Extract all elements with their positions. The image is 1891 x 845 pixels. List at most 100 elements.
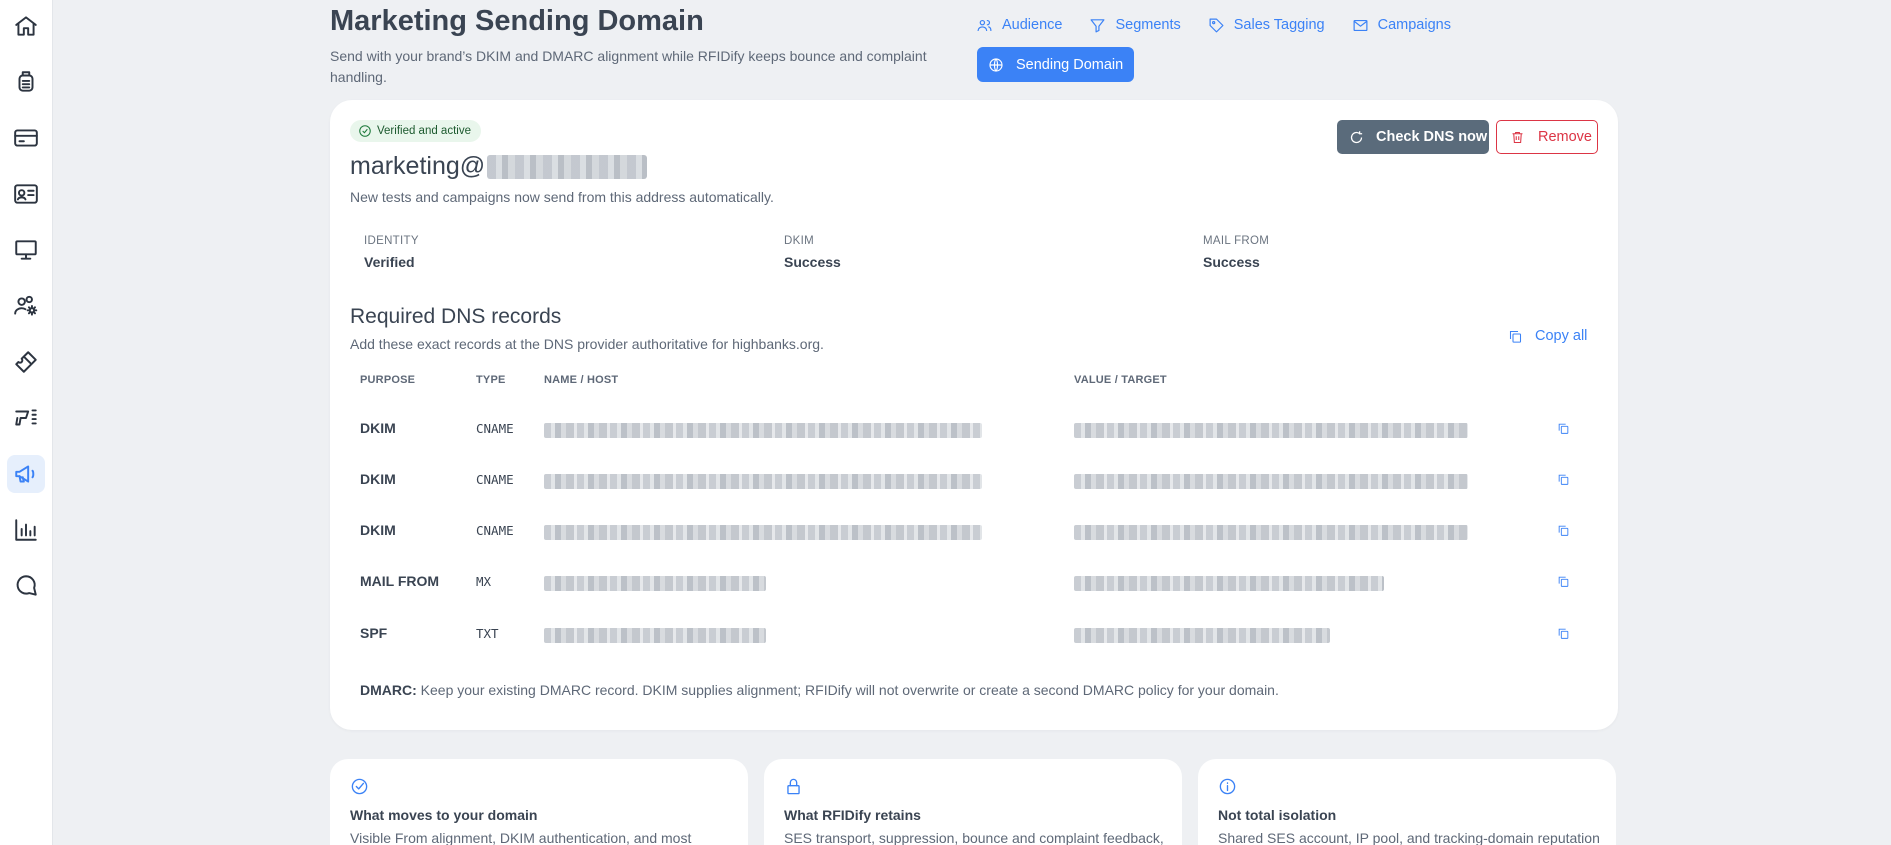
- nav-audience[interactable]: Audience: [976, 12, 1062, 38]
- redacted-record-value[interactable]: [1074, 525, 1468, 540]
- sender-email-prefix: marketing@: [350, 152, 486, 180]
- users-icon: [977, 19, 992, 31]
- nav-campaigns-label: Campaigns: [1377, 17, 1451, 33]
- info-card-isolation: Not total isolation Shared SES account, …: [1198, 759, 1616, 845]
- card-icon[interactable]: [7, 119, 45, 157]
- dmarc-note: DMARC: Keep your existing DMARC record. …: [360, 682, 1279, 698]
- monitor-icon[interactable]: [7, 231, 45, 269]
- copy-all-label: Copy all: [1535, 328, 1588, 344]
- record-purpose: DKIM: [360, 420, 396, 436]
- globe-icon: [989, 57, 1003, 72]
- info-card-title: What RFIDify retains: [784, 807, 921, 823]
- sender-email-note: New tests and campaigns now send from th…: [350, 189, 774, 205]
- copy-record-button[interactable]: [1557, 524, 1570, 542]
- redacted-record-value[interactable]: [1074, 628, 1330, 643]
- remove-label: Remove: [1538, 129, 1592, 145]
- copy-icon: [1558, 576, 1569, 587]
- table-row: SPF TXT: [330, 609, 1618, 660]
- chat-icon[interactable]: [7, 567, 45, 605]
- copy-record-button[interactable]: [1557, 473, 1570, 491]
- redacted-record-name[interactable]: [544, 628, 766, 643]
- redacted-record-name[interactable]: [544, 474, 982, 489]
- table-row: DKIM CNAME: [330, 455, 1618, 506]
- record-purpose: DKIM: [360, 522, 396, 538]
- bar-chart-icon[interactable]: [7, 511, 45, 549]
- trash-icon: [1512, 131, 1523, 143]
- copy-record-button[interactable]: [1557, 422, 1570, 440]
- record-purpose: MAIL FROM: [360, 573, 440, 589]
- redacted-record-name[interactable]: [544, 576, 766, 591]
- dmarc-text: Keep your existing DMARC record. DKIM su…: [416, 682, 1279, 698]
- table-row: DKIM CNAME: [330, 404, 1618, 455]
- table-row: DKIM CNAME: [330, 506, 1618, 557]
- record-type: MX: [476, 574, 492, 589]
- record-type: CNAME: [476, 523, 514, 538]
- rfid-reader-icon[interactable]: [7, 399, 45, 437]
- ticket-icon[interactable]: [7, 343, 45, 381]
- lock-icon: [787, 778, 800, 795]
- table-row: MAIL FROM MX: [330, 557, 1618, 608]
- info-card-text: Visible From alignment, DKIM authenticat…: [350, 830, 692, 845]
- stat-value: Success: [784, 254, 841, 270]
- stat-value: Success: [1203, 254, 1260, 270]
- stat-label: MAIL FROM: [1203, 235, 1270, 247]
- copy-all-button[interactable]: Copy all: [1508, 328, 1587, 344]
- column-header-type: TYPE: [476, 374, 506, 386]
- status-badge: Verified and active: [350, 120, 481, 142]
- mail-icon: [1353, 19, 1368, 31]
- scanner-icon[interactable]: [7, 63, 45, 101]
- copy-icon: [1558, 628, 1569, 639]
- redacted-record-name[interactable]: [544, 525, 982, 540]
- filter-icon: [1090, 18, 1105, 32]
- nav-sales-tagging-label: Sales Tagging: [1233, 17, 1325, 33]
- redacted-record-value[interactable]: [1074, 423, 1468, 438]
- info-icon: [1219, 778, 1236, 795]
- record-type: TXT: [476, 626, 499, 641]
- copy-icon: [1509, 330, 1522, 343]
- redacted-record-value[interactable]: [1074, 474, 1468, 489]
- info-card-text: Shared SES account, IP pool, and trackin…: [1218, 830, 1600, 845]
- home-icon[interactable]: [7, 7, 45, 45]
- record-type: CNAME: [476, 472, 514, 487]
- users-settings-icon[interactable]: [7, 287, 45, 325]
- copy-icon: [1558, 423, 1569, 434]
- stat-dkim: DKIM Success: [784, 235, 841, 270]
- page-title: Marketing Sending Domain: [330, 5, 704, 37]
- sending-domain-card: Verified and active marketing@ New tests…: [330, 100, 1618, 730]
- megaphone-icon[interactable]: [7, 455, 45, 493]
- top-nav: Audience Segments Sales Tagging Campaign…: [976, 12, 1478, 38]
- dmarc-label: DMARC:: [360, 682, 417, 698]
- nav-segments-label: Segments: [1115, 17, 1181, 33]
- nav-sales-tagging[interactable]: Sales Tagging: [1208, 12, 1325, 38]
- redacted-domain: [487, 154, 648, 179]
- status-badge-label: Verified and active: [377, 125, 471, 137]
- column-header-value: VALUE / TARGET: [1074, 374, 1167, 386]
- info-card-text: SES transport, suppression, bounce and c…: [784, 830, 1164, 845]
- copy-record-button[interactable]: [1557, 575, 1570, 593]
- info-card-domain: What moves to your domain Visible From a…: [330, 759, 748, 845]
- nav-segments[interactable]: Segments: [1089, 12, 1181, 38]
- redacted-record-name[interactable]: [544, 423, 982, 438]
- id-card-icon[interactable]: [7, 175, 45, 213]
- check-circle-icon: [351, 778, 368, 795]
- record-purpose: DKIM: [360, 471, 396, 487]
- stat-label: IDENTITY: [364, 235, 419, 247]
- copy-record-button[interactable]: [1557, 627, 1570, 645]
- nav-campaigns[interactable]: Campaigns: [1352, 12, 1451, 38]
- check-circle-icon: [359, 125, 371, 137]
- remove-button[interactable]: Remove: [1496, 120, 1598, 154]
- info-card-retains: What RFIDify retains SES transport, supp…: [764, 759, 1182, 845]
- copy-icon: [1558, 474, 1569, 485]
- check-dns-button[interactable]: Check DNS now: [1337, 120, 1489, 154]
- stat-value: Verified: [364, 254, 415, 270]
- nav-sending-domain[interactable]: Sending Domain: [977, 47, 1134, 82]
- refresh-icon: [1350, 130, 1363, 143]
- tag-icon: [1209, 18, 1224, 32]
- dns-section-title: Required DNS records: [350, 305, 562, 328]
- info-card-title: What moves to your domain: [350, 807, 538, 823]
- stat-label: DKIM: [784, 235, 814, 247]
- dns-section-subtitle: Add these exact records at the DNS provi…: [350, 336, 824, 352]
- stat-identity: IDENTITY Verified: [364, 235, 419, 270]
- column-header-purpose: PURPOSE: [360, 374, 416, 386]
- redacted-record-value[interactable]: [1074, 576, 1384, 591]
